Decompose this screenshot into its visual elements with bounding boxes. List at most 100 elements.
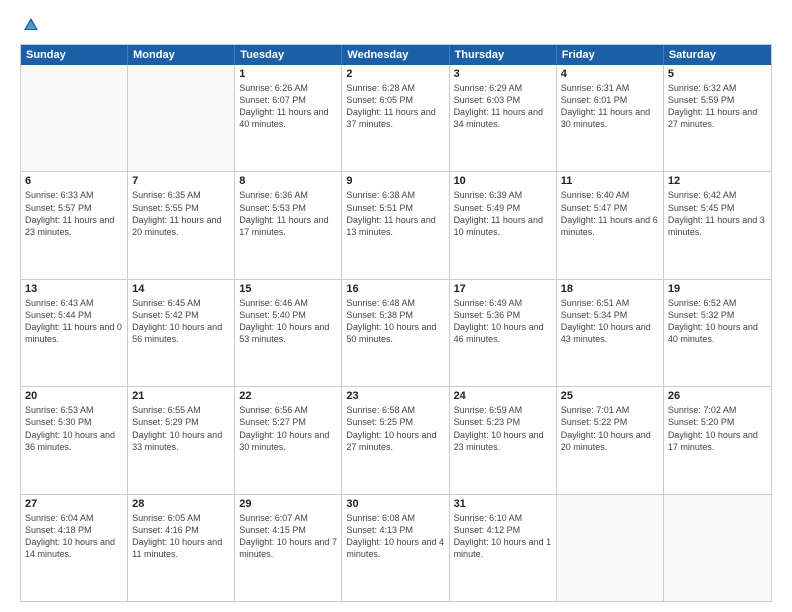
sunset-text: Sunset: 5:49 PM	[454, 202, 552, 214]
sunrise-text: Sunrise: 6:08 AM	[346, 512, 444, 524]
sunset-text: Sunset: 5:59 PM	[668, 94, 767, 106]
sunrise-text: Sunrise: 6:04 AM	[25, 512, 123, 524]
daylight-text: Daylight: 10 hours and 53 minutes.	[239, 321, 337, 345]
sunset-text: Sunset: 4:18 PM	[25, 524, 123, 536]
sunrise-text: Sunrise: 6:05 AM	[132, 512, 230, 524]
daylight-text: Daylight: 11 hours and 34 minutes.	[454, 106, 552, 130]
sunset-text: Sunset: 5:22 PM	[561, 416, 659, 428]
daylight-text: Daylight: 11 hours and 27 minutes.	[668, 106, 767, 130]
sunrise-text: Sunrise: 6:43 AM	[25, 297, 123, 309]
daylight-text: Daylight: 11 hours and 3 minutes.	[668, 214, 767, 238]
sunrise-text: Sunrise: 6:59 AM	[454, 404, 552, 416]
calendar-cell-29: 29Sunrise: 6:07 AMSunset: 4:15 PMDayligh…	[235, 495, 342, 601]
sunset-text: Sunset: 4:15 PM	[239, 524, 337, 536]
weekday-header-saturday: Saturday	[664, 45, 771, 65]
day-number: 17	[454, 283, 552, 295]
daylight-text: Daylight: 11 hours and 6 minutes.	[561, 214, 659, 238]
day-number: 20	[25, 390, 123, 402]
sunset-text: Sunset: 5:45 PM	[668, 202, 767, 214]
calendar-cell-31: 31Sunrise: 6:10 AMSunset: 4:12 PMDayligh…	[450, 495, 557, 601]
sunset-text: Sunset: 5:51 PM	[346, 202, 444, 214]
calendar-cell-empty	[557, 495, 664, 601]
day-number: 9	[346, 175, 444, 187]
calendar-cell-empty	[664, 495, 771, 601]
calendar-row-1: 1Sunrise: 6:26 AMSunset: 6:07 PMDaylight…	[21, 65, 771, 171]
sunset-text: Sunset: 6:03 PM	[454, 94, 552, 106]
calendar-cell-24: 24Sunrise: 6:59 AMSunset: 5:23 PMDayligh…	[450, 387, 557, 493]
sunset-text: Sunset: 5:57 PM	[25, 202, 123, 214]
sunrise-text: Sunrise: 6:10 AM	[454, 512, 552, 524]
day-number: 10	[454, 175, 552, 187]
sunrise-text: Sunrise: 6:45 AM	[132, 297, 230, 309]
sunrise-text: Sunrise: 6:48 AM	[346, 297, 444, 309]
sunset-text: Sunset: 5:20 PM	[668, 416, 767, 428]
daylight-text: Daylight: 11 hours and 37 minutes.	[346, 106, 444, 130]
sunset-text: Sunset: 5:55 PM	[132, 202, 230, 214]
calendar-cell-25: 25 Sunrise: 7:01 AMSunset: 5:22 PMDayligh…	[557, 387, 664, 493]
daylight-text: Daylight: 10 hours and 27 minutes.	[346, 429, 444, 453]
day-number: 1	[239, 68, 337, 80]
daylight-text: Daylight: 10 hours and 30 minutes.	[239, 429, 337, 453]
daylight-text: Daylight: 10 hours and 36 minutes.	[25, 429, 123, 453]
daylight-text: Daylight: 10 hours and 11 minutes.	[132, 536, 230, 560]
day-number: 13	[25, 283, 123, 295]
daylight-text: Daylight: 10 hours and 43 minutes.	[561, 321, 659, 345]
sunrise-text: Sunrise: 6:31 AM	[561, 82, 659, 94]
daylight-text: Daylight: 10 hours and 4 minutes.	[346, 536, 444, 560]
sunset-text: Sunset: 6:07 PM	[239, 94, 337, 106]
sunset-text: Sunset: 6:05 PM	[346, 94, 444, 106]
calendar-row-3: 13Sunrise: 6:43 AMSunset: 5:44 PMDayligh…	[21, 279, 771, 386]
day-number: 8	[239, 175, 337, 187]
sunset-text: Sunset: 6:01 PM	[561, 94, 659, 106]
sunrise-text: Sunrise: 7:01 AM	[561, 404, 659, 416]
calendar-cell-15: 15Sunrise: 6:46 AMSunset: 5:40 PMDayligh…	[235, 280, 342, 386]
sunset-text: Sunset: 5:32 PM	[668, 309, 767, 321]
calendar-cell-22: 22Sunrise: 6:56 AMSunset: 5:27 PMDayligh…	[235, 387, 342, 493]
day-number: 26	[668, 390, 767, 402]
sunset-text: Sunset: 5:40 PM	[239, 309, 337, 321]
calendar-header: SundayMondayTuesdayWednesdayThursdayFrid…	[21, 45, 771, 65]
calendar-cell-4: 4Sunrise: 6:31 AMSunset: 6:01 PMDaylight…	[557, 65, 664, 171]
daylight-text: Daylight: 10 hours and 33 minutes.	[132, 429, 230, 453]
daylight-text: Daylight: 11 hours and 10 minutes.	[454, 214, 552, 238]
calendar-cell-8: 8Sunrise: 6:36 AMSunset: 5:53 PMDaylight…	[235, 172, 342, 278]
calendar-cell-empty	[128, 65, 235, 171]
sunrise-text: Sunrise: 6:35 AM	[132, 189, 230, 201]
calendar-cell-2: 2Sunrise: 6:28 AMSunset: 6:05 PMDaylight…	[342, 65, 449, 171]
calendar-cell-30: 30Sunrise: 6:08 AMSunset: 4:13 PMDayligh…	[342, 495, 449, 601]
sunrise-text: Sunrise: 6:38 AM	[346, 189, 444, 201]
sunset-text: Sunset: 4:12 PM	[454, 524, 552, 536]
calendar-cell-23: 23Sunrise: 6:58 AMSunset: 5:25 PMDayligh…	[342, 387, 449, 493]
calendar-cell-empty	[21, 65, 128, 171]
sunrise-text: Sunrise: 7:02 AM	[668, 404, 767, 416]
daylight-text: Daylight: 10 hours and 14 minutes.	[25, 536, 123, 560]
calendar-cell-11: 11Sunrise: 6:40 AMSunset: 5:47 PMDayligh…	[557, 172, 664, 278]
sunrise-text: Sunrise: 6:33 AM	[25, 189, 123, 201]
sunset-text: Sunset: 5:30 PM	[25, 416, 123, 428]
calendar-cell-26: 26Sunrise: 7:02 AMSunset: 5:20 PMDayligh…	[664, 387, 771, 493]
weekday-header-tuesday: Tuesday	[235, 45, 342, 65]
day-number: 25	[561, 390, 659, 402]
sunset-text: Sunset: 5:34 PM	[561, 309, 659, 321]
calendar-cell-28: 28Sunrise: 6:05 AMSunset: 4:16 PMDayligh…	[128, 495, 235, 601]
day-number: 11	[561, 175, 659, 187]
sunset-text: Sunset: 5:29 PM	[132, 416, 230, 428]
sunrise-text: Sunrise: 6:39 AM	[454, 189, 552, 201]
daylight-text: Daylight: 10 hours and 20 minutes.	[561, 429, 659, 453]
day-number: 4	[561, 68, 659, 80]
sunrise-text: Sunrise: 6:36 AM	[239, 189, 337, 201]
sunset-text: Sunset: 5:53 PM	[239, 202, 337, 214]
daylight-text: Daylight: 10 hours and 50 minutes.	[346, 321, 444, 345]
calendar-cell-9: 9Sunrise: 6:38 AMSunset: 5:51 PMDaylight…	[342, 172, 449, 278]
daylight-text: Daylight: 11 hours and 20 minutes.	[132, 214, 230, 238]
calendar-cell-12: 12Sunrise: 6:42 AMSunset: 5:45 PMDayligh…	[664, 172, 771, 278]
sunset-text: Sunset: 5:47 PM	[561, 202, 659, 214]
sunset-text: Sunset: 5:25 PM	[346, 416, 444, 428]
day-number: 22	[239, 390, 337, 402]
sunrise-text: Sunrise: 6:49 AM	[454, 297, 552, 309]
logo-icon	[22, 16, 40, 34]
calendar-row-4: 20Sunrise: 6:53 AMSunset: 5:30 PMDayligh…	[21, 386, 771, 493]
calendar-cell-10: 10 Sunrise: 6:39 AMSunset: 5:49 PMDayligh…	[450, 172, 557, 278]
daylight-text: Daylight: 10 hours and 1 minute.	[454, 536, 552, 560]
day-number: 28	[132, 498, 230, 510]
